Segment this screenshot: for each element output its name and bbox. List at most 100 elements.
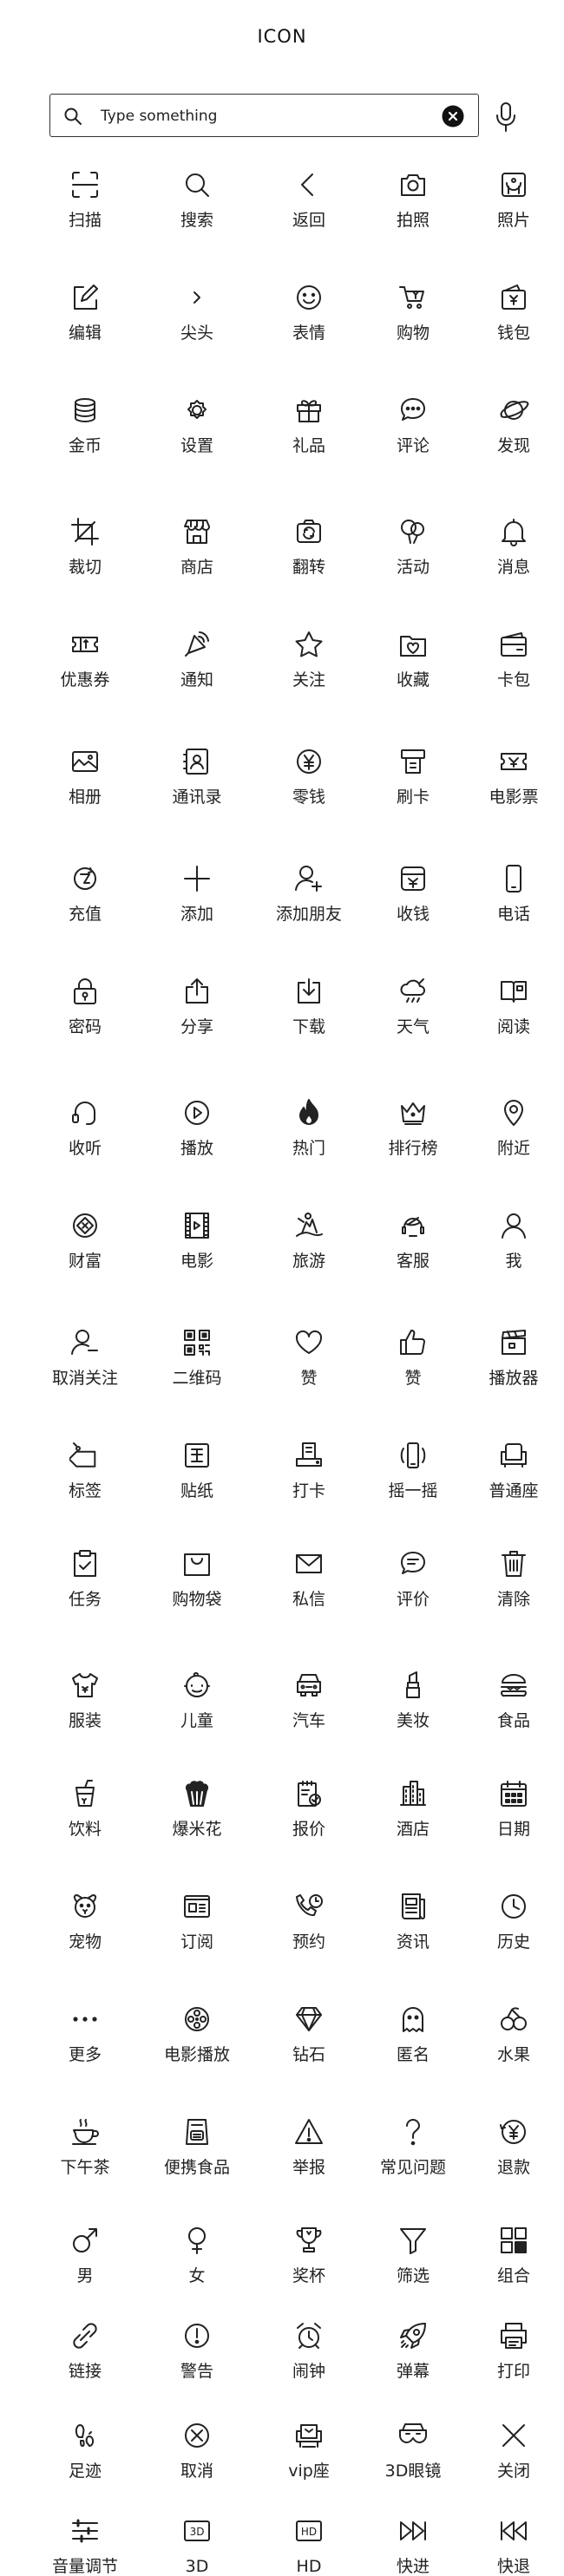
microphone-icon[interactable] <box>493 101 519 133</box>
icon-item-gear[interactable]: 设置 <box>145 395 249 455</box>
icon-item-punch-card[interactable]: 打卡 <box>257 1440 361 1500</box>
icon-item-film-reel[interactable]: 电影播放 <box>145 2004 249 2064</box>
icon-item-close[interactable]: 关闭 <box>462 2420 564 2481</box>
icon-item-add-friend[interactable]: 添加朋友 <box>257 863 361 924</box>
icon-item-weather[interactable]: 天气 <box>361 976 465 1036</box>
icon-item-history[interactable]: 历史 <box>462 1891 564 1952</box>
icon-item-wealth[interactable]: 财富 <box>33 1210 137 1271</box>
search-input[interactable] <box>99 102 432 130</box>
icon-item-lipstick[interactable]: 美妆 <box>361 1670 465 1730</box>
icon-item-calendar[interactable]: 日期 <box>462 1778 564 1839</box>
icon-item-car[interactable]: 汽车 <box>257 1670 361 1730</box>
icon-item-filter[interactable]: 筛选 <box>361 2225 465 2285</box>
icon-item-alarm[interactable]: 闹钟 <box>257 2320 361 2381</box>
icon-item-fire[interactable]: 热门 <box>257 1097 361 1158</box>
icon-item-recharge[interactable]: 充值 <box>33 863 137 924</box>
icon-item-travel[interactable]: 旅游 <box>257 1210 361 1271</box>
icon-item-pet[interactable]: 宠物 <box>33 1891 137 1952</box>
icon-item-hotel[interactable]: 酒店 <box>361 1778 465 1839</box>
icon-item-ticket[interactable]: 电影票 <box>462 746 564 807</box>
icon-item-book[interactable]: 阅读 <box>462 976 564 1036</box>
icon-item-crown[interactable]: 排行榜 <box>361 1097 465 1158</box>
icon-item-scan[interactable]: 扫描 <box>33 169 137 230</box>
icon-item-female[interactable]: 女 <box>145 2225 249 2285</box>
icon-item-customer-service[interactable]: 客服 <box>361 1210 465 1271</box>
icon-item-share[interactable]: 分享 <box>145 976 249 1036</box>
icon-item-tea[interactable]: 下午茶 <box>33 2116 137 2177</box>
icon-item-flip[interactable]: 翻转 <box>257 516 361 577</box>
icon-item-quote[interactable]: 报价 <box>257 1778 361 1839</box>
icon-item-user[interactable]: 我 <box>462 1210 564 1271</box>
icon-item-film[interactable]: 电影 <box>145 1210 249 1271</box>
icon-item-3d-glasses[interactable]: 3D眼镜 <box>361 2420 465 2481</box>
icon-item-popcorn[interactable]: 爆米花 <box>145 1778 249 1839</box>
icon-item-task[interactable]: 任务 <box>33 1548 137 1609</box>
icon-item-3d[interactable]: 3D 3D <box>145 2515 249 2576</box>
icon-item-footprint[interactable]: 足迹 <box>33 2420 137 2481</box>
icon-item-bell[interactable]: 消息 <box>462 516 564 577</box>
icon-item-store[interactable]: 商店 <box>145 516 249 577</box>
icon-item-play[interactable]: 播放 <box>145 1097 249 1158</box>
icon-item-unfollow[interactable]: 取消关注 <box>33 1327 137 1388</box>
icon-item-ghost[interactable]: 匿名 <box>361 2004 465 2064</box>
icon-item-receive-money[interactable]: 收钱 <box>361 863 465 924</box>
icon-item-printer[interactable]: 打印 <box>462 2320 564 2381</box>
icon-item-reservation[interactable]: 预约 <box>257 1891 361 1952</box>
icon-item-search[interactable]: 搜索 <box>145 169 249 230</box>
search-bar[interactable] <box>49 94 479 137</box>
icon-item-card-swipe[interactable]: 刷卡 <box>361 746 465 807</box>
icon-item-alert[interactable]: 警告 <box>145 2320 249 2381</box>
icon-item-shake[interactable]: 摇一摇 <box>361 1440 465 1500</box>
icon-item-phone[interactable]: 电话 <box>462 863 564 924</box>
icon-item-smile[interactable]: 表情 <box>257 282 361 343</box>
icon-item-combine[interactable]: 组合 <box>462 2225 564 2285</box>
icon-item-coupon[interactable]: 优惠券 <box>33 629 137 690</box>
icon-item-crop[interactable]: 裁切 <box>33 516 137 577</box>
icon-item-heart[interactable]: 赞 <box>257 1327 361 1388</box>
icon-item-subscribe[interactable]: 订阅 <box>145 1891 249 1952</box>
icon-item-favorite-folder[interactable]: 收藏 <box>361 629 465 690</box>
icon-item-gift[interactable]: 礼品 <box>257 395 361 455</box>
icon-item-refund[interactable]: 退款 <box>462 2116 564 2177</box>
icon-item-clapper[interactable]: 播放器 <box>462 1327 564 1388</box>
icon-item-link[interactable]: 链接 <box>33 2320 137 2381</box>
icon-item-sticker[interactable]: 贴纸 <box>145 1440 249 1500</box>
icon-item-trash[interactable]: 清除 <box>462 1548 564 1609</box>
icon-item-card-wallet[interactable]: 卡包 <box>462 629 564 690</box>
icon-item-male[interactable]: 男 <box>33 2225 137 2285</box>
icon-item-notice[interactable]: 通知 <box>145 629 249 690</box>
icon-item-diamond[interactable]: 钻石 <box>257 2004 361 2064</box>
icon-item-lock[interactable]: 密码 <box>33 976 137 1036</box>
icon-item-rocket[interactable]: 弹幕 <box>361 2320 465 2381</box>
icon-item-cancel[interactable]: 取消 <box>145 2420 249 2481</box>
icon-item-wallet[interactable]: 钱包 <box>462 282 564 343</box>
icon-item-fast-forward[interactable]: 快进 <box>361 2515 465 2576</box>
icon-item-question[interactable]: 常见问题 <box>361 2116 465 2177</box>
icon-item-drink[interactable]: 饮料 <box>33 1778 137 1839</box>
icon-item-download[interactable]: 下载 <box>257 976 361 1036</box>
icon-item-comment[interactable]: 评论 <box>361 395 465 455</box>
icon-item-warning-triangle[interactable]: 举报 <box>257 2116 361 2177</box>
icon-item-hd[interactable]: HD HD <box>257 2515 361 2576</box>
icon-item-edit[interactable]: 编辑 <box>33 282 137 343</box>
icon-item-mail[interactable]: 私信 <box>257 1548 361 1609</box>
icon-item-location[interactable]: 附近 <box>462 1097 564 1158</box>
icon-item-contacts[interactable]: 通讯录 <box>145 746 249 807</box>
icon-item-qrcode[interactable]: 二维码 <box>145 1327 249 1388</box>
icon-item-star[interactable]: 关注 <box>257 629 361 690</box>
icon-item-seat[interactable]: 普通座 <box>462 1440 564 1500</box>
icon-item-vip-seat[interactable]: vip座 <box>257 2420 361 2481</box>
icon-item-thumbs-up[interactable]: 赞 <box>361 1327 465 1388</box>
icon-item-fruit[interactable]: 水果 <box>462 2004 564 2064</box>
icon-item-review[interactable]: 评价 <box>361 1548 465 1609</box>
icon-item-album[interactable]: 相册 <box>33 746 137 807</box>
icon-item-yuan-coin[interactable]: 零钱 <box>257 746 361 807</box>
icon-item-trophy[interactable]: 奖杯 <box>257 2225 361 2285</box>
icon-item-burger[interactable]: 食品 <box>462 1670 564 1730</box>
icon-item-photo[interactable]: 照片 <box>462 169 564 230</box>
icon-item-planet[interactable]: 发现 <box>462 395 564 455</box>
icon-item-tag[interactable]: 标签 <box>33 1440 137 1500</box>
icon-item-news[interactable]: 资讯 <box>361 1891 465 1952</box>
icon-item-clothes[interactable]: 服装 <box>33 1670 137 1730</box>
icon-item-back[interactable]: 返回 <box>257 169 361 230</box>
